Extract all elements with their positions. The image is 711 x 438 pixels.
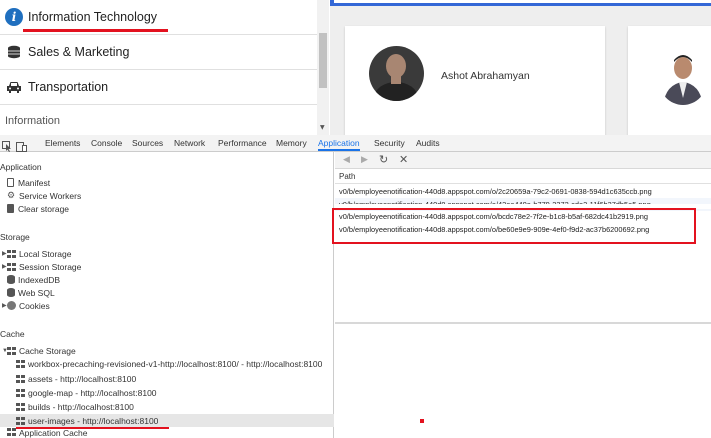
tab-memory[interactable]: Memory xyxy=(276,135,307,151)
inspect-element-icon[interactable] xyxy=(2,137,12,152)
category-label: Transportation xyxy=(28,80,109,94)
highlight-box xyxy=(332,208,696,244)
employee-avatar xyxy=(369,46,424,101)
category-item-transportation[interactable]: Transportation xyxy=(0,70,317,105)
grid-icon xyxy=(16,416,25,425)
section-heading: Information xyxy=(5,115,61,127)
category-item-sales-marketing[interactable]: Sales & Marketing xyxy=(0,35,317,70)
category-list: i Information Technology Sales & Marketi… xyxy=(0,0,317,135)
trash-icon xyxy=(7,204,14,213)
sidebar-item-cache-builds[interactable]: builds - http://localhost:8100 xyxy=(0,400,334,413)
column-header-path[interactable]: Path xyxy=(335,170,711,184)
sidebar-item-local-storage[interactable]: ▶ Local Storage xyxy=(0,247,334,260)
delete-icon[interactable]: ✕ xyxy=(399,154,408,166)
grid-icon xyxy=(16,359,25,368)
grid-icon xyxy=(7,346,16,355)
database-icon xyxy=(7,288,15,297)
tab-sources[interactable]: Sources xyxy=(132,135,163,151)
back-arrow-icon[interactable]: ◀ xyxy=(343,154,350,166)
category-scrollbar[interactable]: ▼ xyxy=(317,0,329,135)
employee-name: Ashot Abrahamyan xyxy=(441,70,530,82)
sidebar-item-session-storage[interactable]: ▶ Session Storage xyxy=(0,260,334,273)
tab-performance[interactable]: Performance xyxy=(218,135,267,151)
section-heading-application: Application xyxy=(0,162,42,172)
application-sidebar: Application Manifest ⚙ Service Workers C… xyxy=(0,152,334,438)
employee-card[interactable] xyxy=(628,26,711,136)
employee-avatar xyxy=(658,50,708,105)
employee-card[interactable]: Ashot Abrahamyan xyxy=(345,26,605,136)
pane-divider[interactable] xyxy=(335,322,711,324)
sidebar-item-web-sql[interactable]: Web SQL xyxy=(0,286,334,299)
coins-icon xyxy=(5,43,23,61)
category-label: Information Technology xyxy=(28,10,158,24)
document-icon xyxy=(7,178,14,187)
device-toggle-icon[interactable] xyxy=(16,137,27,152)
forward-arrow-icon[interactable]: ▶ xyxy=(361,154,368,166)
sidebar-item-cookies[interactable]: ▶ Cookies xyxy=(0,299,334,312)
cache-contents-pane: ◀ ▶ ↻ ✕ Path v0/b/employeenotification-4… xyxy=(335,152,711,438)
devtools-tabbar: Elements Console Sources Network Perform… xyxy=(0,135,711,152)
app-page: i Information Technology Sales & Marketi… xyxy=(0,0,711,136)
sidebar-item-cache-google-map[interactable]: google-map - http://localhost:8100 xyxy=(0,386,334,399)
sidebar-item-service-workers[interactable]: ⚙ Service Workers xyxy=(0,189,334,202)
section-heading-cache: Cache xyxy=(0,329,25,339)
sidebar-item-cache-workbox[interactable]: workbox-precaching-revisioned-v1-http://… xyxy=(0,357,334,370)
tab-audits[interactable]: Audits xyxy=(416,135,440,151)
tab-network[interactable]: Network xyxy=(174,135,205,151)
grid-icon xyxy=(7,428,16,436)
database-icon xyxy=(7,275,15,284)
cache-toolbar: ◀ ▶ ↻ ✕ xyxy=(335,152,711,169)
employee-card-area: Ashot Abrahamyan xyxy=(330,0,711,136)
scrollbar-thumb[interactable] xyxy=(319,33,327,88)
grid-icon xyxy=(16,402,25,411)
sidebar-item-cache-user-images[interactable]: user-images - http://localhost:8100 xyxy=(0,414,334,427)
grid-icon xyxy=(16,374,25,383)
sidebar-item-cache-assets[interactable]: assets - http://localhost:8100 xyxy=(0,372,334,385)
tab-elements[interactable]: Elements xyxy=(45,135,80,151)
sidebar-item-manifest[interactable]: Manifest xyxy=(0,176,334,189)
grid-icon xyxy=(7,262,16,271)
grid-icon xyxy=(7,249,16,258)
table-row[interactable]: v0/b/employeenotification-440d8.appspot.… xyxy=(335,185,711,198)
sidebar-item-cache-storage[interactable]: ▼ Cache Storage xyxy=(0,344,334,357)
scroll-down-arrow-icon[interactable]: ▼ xyxy=(320,124,325,131)
cookie-icon xyxy=(7,301,16,310)
highlight-underline xyxy=(23,29,168,32)
tab-console[interactable]: Console xyxy=(91,135,122,151)
sidebar-item-indexeddb[interactable]: IndexedDB xyxy=(0,273,334,286)
refresh-icon[interactable]: ↻ xyxy=(379,154,388,166)
sidebar-item-clear-storage[interactable]: Clear storage xyxy=(0,202,334,215)
car-icon xyxy=(5,78,23,96)
gear-icon: ⚙ xyxy=(7,190,16,200)
highlight-marker xyxy=(420,419,424,423)
section-heading-storage: Storage xyxy=(0,232,30,242)
category-label: Sales & Marketing xyxy=(28,45,130,59)
tab-security[interactable]: Security xyxy=(374,135,405,151)
grid-icon xyxy=(16,388,25,397)
tab-application[interactable]: Application xyxy=(318,135,360,151)
info-icon: i xyxy=(5,8,23,26)
sidebar-item-application-cache[interactable]: Application Cache xyxy=(0,428,334,438)
